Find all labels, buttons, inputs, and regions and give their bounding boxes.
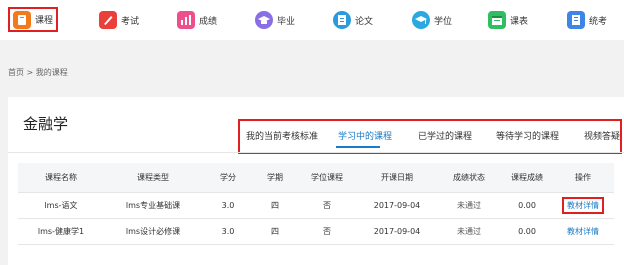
col-header: 成绩状态: [436, 163, 502, 193]
degree-course: 否: [296, 192, 358, 219]
table-row: lms-语文 lms专业基础课 3.0 四 否 2017-09-04 未通过 0…: [18, 192, 614, 219]
nav-item-unified-exam[interactable]: 统考: [567, 8, 607, 32]
course-score: 0.00: [502, 218, 552, 245]
degree-course: 否: [296, 218, 358, 245]
nav-item-graduation[interactable]: 毕业: [255, 8, 295, 32]
tab-pending-courses[interactable]: 等待学习的课程: [496, 129, 559, 142]
nav-label: 学位: [434, 16, 453, 27]
col-header: 课程类型: [104, 163, 202, 193]
textbook-details-link[interactable]: 教材详情: [567, 227, 599, 236]
grades-icon: [177, 11, 195, 29]
action-cell: 教材详情: [552, 192, 614, 219]
course-name: lms-健康学1: [18, 218, 104, 245]
action-cell: 教材详情: [552, 218, 614, 245]
grade-status: 未通过: [436, 218, 502, 245]
course-credit: 3.0: [202, 192, 254, 219]
tab-video-qa[interactable]: 视频答疑: [584, 129, 620, 142]
table-header-row: 课程名称 课程类型 学分 学期 学位课程 开课日期 成绩状态 课程成绩 操作: [18, 163, 614, 193]
textbook-details-link[interactable]: 教材详情: [562, 196, 604, 214]
course-name: lms-语文: [18, 192, 104, 219]
course-type: lms设计必修课: [104, 218, 202, 245]
col-header: 课程成绩: [502, 163, 552, 193]
col-header: 课程名称: [18, 163, 104, 193]
nav-label: 课程: [35, 16, 54, 26]
course-term: 四: [254, 192, 296, 219]
active-tab-indicator: [336, 146, 380, 148]
course-tabs: 我的当前考核标准 学习中的课程 已学过的课程 等待学习的课程 视频答疑: [238, 119, 622, 154]
schedule-icon: [488, 11, 506, 29]
col-header: 学期: [254, 163, 296, 193]
breadcrumb[interactable]: 首页 > 我的课程: [8, 67, 68, 78]
divider: [8, 152, 624, 153]
top-nav: 课程 考试 成绩 毕业 论文 学位 课表 统考: [0, 0, 624, 40]
nav-label: 考试: [121, 16, 140, 27]
nav-item-thesis[interactable]: 论文: [333, 8, 373, 32]
exam-pen-icon: [99, 11, 117, 29]
col-header: 学位课程: [296, 163, 358, 193]
col-header: 操作: [552, 163, 614, 193]
table-row: lms-健康学1 lms设计必修课 3.0 四 否 2017-09-04 未通过…: [18, 218, 614, 245]
nav-label: 成绩: [199, 16, 218, 27]
start-date: 2017-09-04: [358, 192, 436, 219]
nav-item-grades[interactable]: 成绩: [177, 8, 217, 32]
page-title: 金融学: [23, 115, 69, 133]
unified-exam-icon: [567, 11, 585, 29]
graduation-cap-icon: [255, 11, 273, 29]
tab-completed-courses[interactable]: 已学过的课程: [418, 129, 472, 142]
course-score: 0.00: [502, 192, 552, 219]
thesis-icon: [333, 11, 351, 29]
nav-item-degree[interactable]: 学位: [412, 8, 452, 32]
col-header: 学分: [202, 163, 254, 193]
nav-item-courses[interactable]: 课程: [8, 7, 59, 32]
nav-label: 课表: [510, 16, 529, 27]
degree-icon: [412, 11, 430, 29]
start-date: 2017-09-04: [358, 218, 436, 245]
col-header: 开课日期: [358, 163, 436, 193]
course-term: 四: [254, 218, 296, 245]
courses-icon: [13, 10, 31, 29]
course-credit: 3.0: [202, 218, 254, 245]
course-card: 金融学 我的当前考核标准 学习中的课程 已学过的课程 等待学习的课程 视频答疑 …: [8, 97, 624, 265]
nav-item-exam[interactable]: 考试: [99, 8, 139, 32]
nav-label: 毕业: [277, 16, 296, 27]
tab-courses-in-progress[interactable]: 学习中的课程: [338, 129, 392, 142]
nav-label: 论文: [355, 16, 374, 27]
nav-label: 统考: [589, 16, 608, 27]
tab-assessment-standard[interactable]: 我的当前考核标准: [246, 129, 318, 142]
course-type: lms专业基础课: [104, 192, 202, 219]
grade-status: 未通过: [436, 192, 502, 219]
course-table: 课程名称 课程类型 学分 学期 学位课程 开课日期 成绩状态 课程成绩 操作 l…: [18, 163, 614, 245]
nav-item-schedule[interactable]: 课表: [488, 8, 528, 32]
